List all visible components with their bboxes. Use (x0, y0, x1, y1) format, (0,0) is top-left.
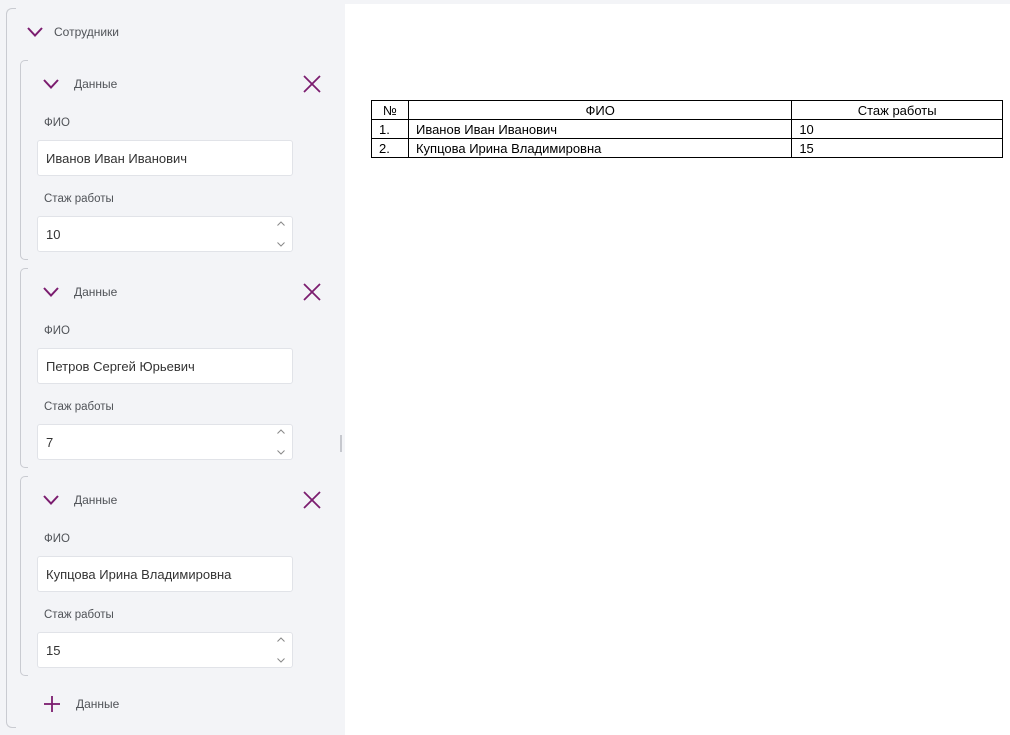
table-cell-number: 1. (371, 119, 409, 139)
employees-table: № ФИО Стаж работы 1. Иванов Иван Иванови… (371, 100, 1003, 158)
chevron-down-icon[interactable] (276, 657, 286, 664)
table-cell-number: 2. (371, 138, 409, 158)
experience-value: 7 (46, 434, 54, 450)
panel-resize-handle[interactable] (340, 435, 342, 452)
chevron-down-icon (43, 79, 59, 89)
remove-group-button[interactable] (301, 281, 323, 303)
group-bracket (20, 476, 28, 676)
employee-group: Данные ФИО Петров Сергей Юрьевич Стаж ра… (20, 268, 334, 470)
chevron-up-icon[interactable] (276, 636, 286, 643)
table-cell-experience: 10 (791, 119, 1003, 139)
chevron-down-icon (43, 287, 59, 297)
close-icon (303, 75, 321, 93)
table-header-fio: ФИО (407, 100, 793, 120)
table-row: 1. Иванов Иван Иванович 10 (371, 119, 1003, 139)
fio-input[interactable]: Купцова Ирина Владимировна (37, 556, 293, 592)
experience-value: 15 (46, 642, 61, 658)
group-label: Данные (74, 493, 118, 507)
plus-icon (44, 696, 60, 712)
close-icon (303, 283, 321, 301)
experience-input[interactable]: 10 (37, 216, 293, 252)
experience-stepper[interactable] (275, 636, 287, 664)
remove-group-button[interactable] (301, 489, 323, 511)
fio-label: ФИО (44, 325, 70, 337)
chevron-up-icon[interactable] (276, 428, 286, 435)
left-form-panel: Сотрудники Данные ФИО Иванов Иван Иванов… (0, 0, 343, 735)
experience-label: Стаж работы (44, 609, 114, 621)
table-header-number: № (371, 100, 409, 120)
employee-group: Данные ФИО Иванов Иван Иванович Стаж раб… (20, 60, 334, 262)
experience-input[interactable]: 15 (37, 632, 293, 668)
group-label: Данные (74, 77, 118, 91)
group-bracket (20, 268, 28, 468)
group-toggle[interactable]: Данные (42, 280, 117, 304)
experience-value: 10 (46, 226, 61, 242)
experience-input[interactable]: 7 (37, 424, 293, 460)
chevron-down-icon[interactable] (276, 449, 286, 456)
fio-value: Купцова Ирина Владимировна (46, 566, 232, 582)
group-toggle[interactable]: Данные (42, 72, 117, 96)
section-bracket (6, 8, 16, 728)
add-group-button[interactable]: Данные (43, 692, 119, 716)
chevron-down-icon (27, 27, 43, 37)
fio-value: Петров Сергей Юрьевич (46, 358, 195, 374)
section-title: Сотрудники (54, 25, 119, 39)
section-toggle-employees[interactable]: Сотрудники (26, 20, 119, 44)
employee-group: Данные ФИО Купцова Ирина Владимировна Ст… (20, 476, 334, 678)
group-label: Данные (74, 285, 118, 299)
group-toggle[interactable]: Данные (42, 488, 117, 512)
table-row: 2. Купцова Ирина Владимировна 15 (371, 138, 1003, 158)
group-bracket (20, 60, 28, 260)
table-header-row: № ФИО Стаж работы (371, 100, 1003, 120)
experience-label: Стаж работы (44, 193, 114, 205)
experience-label: Стаж работы (44, 401, 114, 413)
fio-label: ФИО (44, 117, 70, 129)
document-preview: № ФИО Стаж работы 1. Иванов Иван Иванови… (345, 4, 1010, 735)
experience-stepper[interactable] (275, 428, 287, 456)
close-icon (303, 491, 321, 509)
fio-label: ФИО (44, 533, 70, 545)
chevron-down-icon (43, 495, 59, 505)
table-cell-fio: Иванов Иван Иванович (407, 119, 793, 139)
table-cell-fio: Купцова Ирина Владимировна (407, 138, 793, 158)
table-header-experience: Стаж работы (791, 100, 1003, 120)
chevron-down-icon[interactable] (276, 241, 286, 248)
chevron-up-icon[interactable] (276, 220, 286, 227)
fio-value: Иванов Иван Иванович (46, 150, 188, 166)
add-group-label: Данные (76, 697, 120, 711)
fio-input[interactable]: Иванов Иван Иванович (37, 140, 293, 176)
experience-stepper[interactable] (275, 220, 287, 248)
remove-group-button[interactable] (301, 73, 323, 95)
table-cell-experience: 15 (791, 138, 1003, 158)
fio-input[interactable]: Петров Сергей Юрьевич (37, 348, 293, 384)
